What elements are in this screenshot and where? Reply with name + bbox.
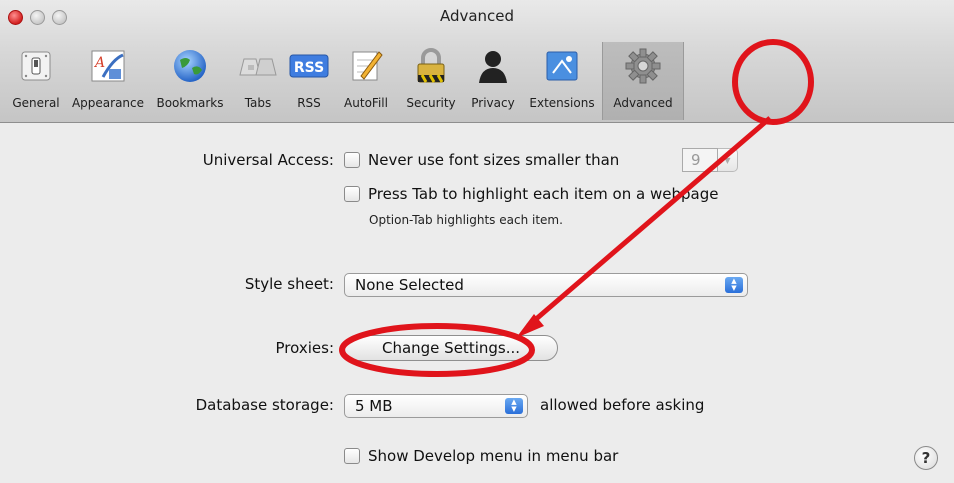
toolbar-item-label: Bookmarks xyxy=(156,96,224,110)
toolbar-item-label: Privacy xyxy=(471,96,515,110)
toolbar-item-label: Extensions xyxy=(529,96,595,110)
tab-highlight-row: Press Tab to highlight each item on a we… xyxy=(344,185,718,203)
min-font-size-checkbox[interactable] xyxy=(344,152,360,168)
font-icon: A xyxy=(88,46,128,86)
universal-access-label: Universal Access: xyxy=(202,151,334,169)
help-button[interactable]: ? xyxy=(914,446,938,470)
min-font-size-label: Never use font sizes smaller than xyxy=(368,151,620,169)
toolbar-item-general[interactable]: General xyxy=(4,42,68,120)
window-title: Advanced xyxy=(439,7,515,25)
style-sheet-label: Style sheet: xyxy=(244,275,334,293)
develop-menu-label: Show Develop menu in menu bar xyxy=(368,447,619,465)
database-storage-suffix: allowed before asking xyxy=(540,396,705,414)
tab-highlight-note-text: Option-Tab highlights each item. xyxy=(369,213,563,227)
toolbar-item-label: AutoFill xyxy=(344,96,388,110)
rss-icon: RSS xyxy=(289,46,329,86)
toolbar-item-autofill[interactable]: AutoFill xyxy=(334,42,398,120)
toolbar-item-rss[interactable]: RSS RSS xyxy=(284,42,334,120)
database-storage-value: 5 MB xyxy=(355,397,393,415)
switch-icon xyxy=(16,46,56,86)
toolbar-item-label: Security xyxy=(406,96,456,110)
database-storage-suffix-row: allowed before asking xyxy=(540,396,704,414)
toolbar-item-security[interactable]: Security xyxy=(398,42,464,120)
database-storage-popup[interactable]: 5 MB ▲ ▼ xyxy=(344,394,528,418)
preferences-window: Advanced General A Appearance Bookmarks … xyxy=(0,0,954,483)
preferences-toolbar: General A Appearance Bookmarks Tabs RSS … xyxy=(4,42,684,122)
title-bar: Advanced General A Appearance Bookmarks … xyxy=(0,0,954,123)
tab-highlight-label: Press Tab to highlight each item on a we… xyxy=(368,185,719,203)
tab-highlight-checkbox[interactable] xyxy=(344,186,360,202)
tab-highlight-note: Option-Tab highlights each item. xyxy=(369,213,563,227)
toolbar-item-appearance[interactable]: A Appearance xyxy=(68,42,148,120)
min-font-size-combo[interactable]: 9 ▼ xyxy=(682,148,738,172)
style-sheet-popup[interactable]: None Selected ▲ ▼ xyxy=(344,273,748,297)
toolbar-item-label: Appearance xyxy=(71,96,145,110)
toolbar-item-label: Advanced xyxy=(613,96,673,110)
toolbar-item-privacy[interactable]: Privacy xyxy=(464,42,522,120)
toolbar-item-label: Tabs xyxy=(244,96,272,110)
toolbar-item-advanced[interactable]: Advanced xyxy=(602,42,684,120)
person-icon xyxy=(473,46,513,86)
database-storage-label: Database storage: xyxy=(195,396,334,414)
gear-icon xyxy=(623,46,663,86)
min-font-size-field[interactable]: 9 xyxy=(682,148,718,172)
toolbar-item-tabs[interactable]: Tabs xyxy=(232,42,284,120)
globe-icon xyxy=(170,46,210,86)
lock-icon xyxy=(411,46,451,86)
toolbar-item-bookmarks[interactable]: Bookmarks xyxy=(148,42,232,120)
style-sheet-value: None Selected xyxy=(355,276,464,294)
toolbar-item-extensions[interactable]: Extensions xyxy=(522,42,602,120)
change-settings-button[interactable]: Change Settings... xyxy=(344,335,558,361)
popup-stepper-icon: ▲ ▼ xyxy=(505,398,523,414)
toolbar-item-label: RSS xyxy=(297,96,321,110)
svg-text:A: A xyxy=(93,55,105,71)
chevron-down-icon[interactable]: ▼ xyxy=(718,148,738,172)
develop-menu-checkbox[interactable] xyxy=(344,448,360,464)
pencil-icon xyxy=(346,46,386,86)
proxies-label: Proxies: xyxy=(275,339,334,357)
min-font-size-row: Never use font sizes smaller than xyxy=(344,151,619,169)
puzzle-icon xyxy=(542,46,582,86)
popup-stepper-icon: ▲ ▼ xyxy=(725,277,743,293)
toolbar-item-label: General xyxy=(12,96,60,110)
tabs-icon xyxy=(238,46,278,86)
advanced-pane: Universal Access: Never use font sizes s… xyxy=(0,123,954,483)
svg-text:RSS: RSS xyxy=(294,60,324,76)
develop-menu-row: Show Develop menu in menu bar xyxy=(344,447,618,465)
